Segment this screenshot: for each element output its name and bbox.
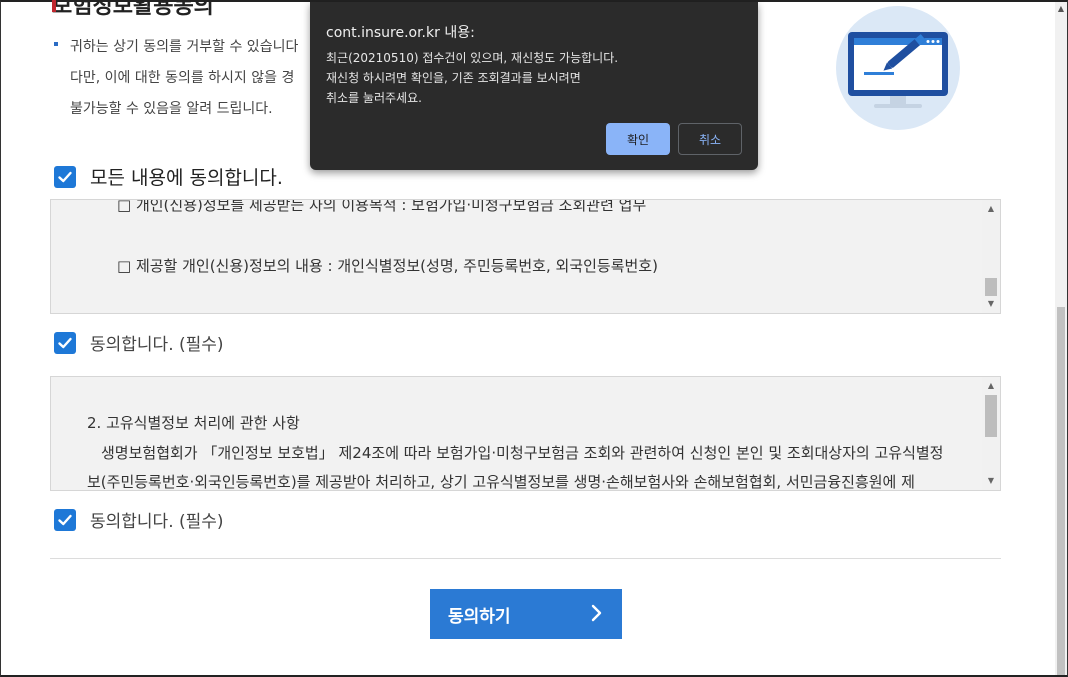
dialog-message-line: 재신청 하시려면 확인을, 기존 조회결과를 보시려면 (326, 71, 581, 85)
confirm-dialog: cont.insure.or.kr 내용: 최근(20210510) 접수건이 … (310, 2, 758, 170)
dialog-cancel-button[interactable]: 취소 (678, 123, 742, 155)
consent-text-box-2[interactable]: 2. 고유식별정보 처리에 관한 사항 생명보험협회가 「개인정보 보호법」 제… (50, 376, 1001, 491)
page-scroll-thumb[interactable] (1057, 307, 1065, 675)
notice-line: 귀하는 상기 동의를 거부할 수 있습니다 (70, 39, 299, 55)
agree-2-row[interactable]: 동의합니다. (필수) (54, 507, 224, 532)
check-icon (58, 171, 72, 182)
dialog-title: cont.insure.or.kr 내용: (326, 25, 475, 41)
agree-submit-label: 동의하기 (448, 606, 511, 627)
box2-para-line: 보(주민등록번호·외국인등록번호)를 제공받아 처리하고, 상기 고유식별정보를… (87, 473, 915, 490)
scroll-down-icon[interactable]: ▼ (982, 297, 1000, 311)
dialog-message: 최근(20210510) 접수건이 있으며, 재신청도 가능합니다. 재신청 하… (326, 48, 618, 108)
box1-line-top: □ 개인(신용)정보를 제공받는 자의 이용목적 : 보험가입·미청구보험금 조… (117, 200, 647, 214)
divider (50, 558, 1001, 559)
box2-para-line: 생명보험협회가 「개인정보 보호법」 제24조에 따라 보험가입·미청구보험금 … (101, 444, 944, 462)
box1-line-main: □ 제공할 개인(신용)정보의 내용 : 개인식별정보(성명, 주민등록번호, … (117, 257, 658, 275)
dialog-ok-button[interactable]: 확인 (606, 123, 670, 155)
scroll-up-icon[interactable]: ▲ (982, 202, 1000, 216)
agree-1-label: 동의합니다. (필수) (90, 335, 224, 355)
bullet-icon (54, 42, 58, 46)
agree-2-checkbox[interactable] (54, 508, 76, 531)
check-icon (58, 514, 72, 525)
agree-all-label: 모든 내용에 동의합니다. (90, 167, 283, 189)
monitor-pen-icon (836, 6, 960, 130)
box2-heading: 2. 고유식별정보 처리에 관한 사항 (87, 414, 300, 432)
chevron-right-icon (591, 604, 602, 622)
dialog-message-line: 최근(20210510) 접수건이 있으며, 재신청도 가능합니다. (326, 51, 619, 65)
agree-1-checkbox[interactable] (54, 331, 76, 354)
agree-all-checkbox[interactable] (54, 165, 76, 188)
scroll-up-icon[interactable]: ▲ (982, 379, 1000, 393)
dialog-message-line: 취소를 눌러주세요. (326, 91, 422, 105)
box2-scrollbar[interactable]: ▲ ▼ (982, 377, 1000, 490)
consent-text-box-1[interactable]: □ 개인(신용)정보를 제공받는 자의 이용목적 : 보험가입·미청구보험금 조… (50, 199, 1001, 314)
box1-scrollbar[interactable]: ▲ ▼ (982, 200, 1000, 313)
scroll-up-icon[interactable]: ▲ (1055, 4, 1067, 16)
notice-line: 불가능할 수 있음을 알려 드립니다. (70, 101, 273, 117)
check-icon (58, 337, 72, 348)
page-scrollbar[interactable]: ▲ (1055, 2, 1067, 675)
refusal-notice: 귀하는 상기 동의를 거부할 수 있습니다 다만, 이에 대한 동의를 하시지 … (54, 32, 354, 125)
agree-all-row[interactable]: 모든 내용에 동의합니다. (54, 163, 283, 190)
box2-scroll-thumb[interactable] (985, 395, 997, 437)
notice-line: 다만, 이에 대한 동의를 하시지 않을 경 (70, 70, 295, 86)
section-heading: 보험정보활용동의 (52, 0, 214, 19)
agree-1-row[interactable]: 동의합니다. (필수) (54, 330, 224, 355)
box1-scroll-thumb[interactable] (985, 278, 997, 296)
agree-2-label: 동의합니다. (필수) (90, 512, 224, 532)
scroll-down-icon[interactable]: ▼ (982, 474, 1000, 488)
agree-submit-button[interactable]: 동의하기 (430, 589, 622, 639)
heading-accent-bar (52, 0, 56, 12)
